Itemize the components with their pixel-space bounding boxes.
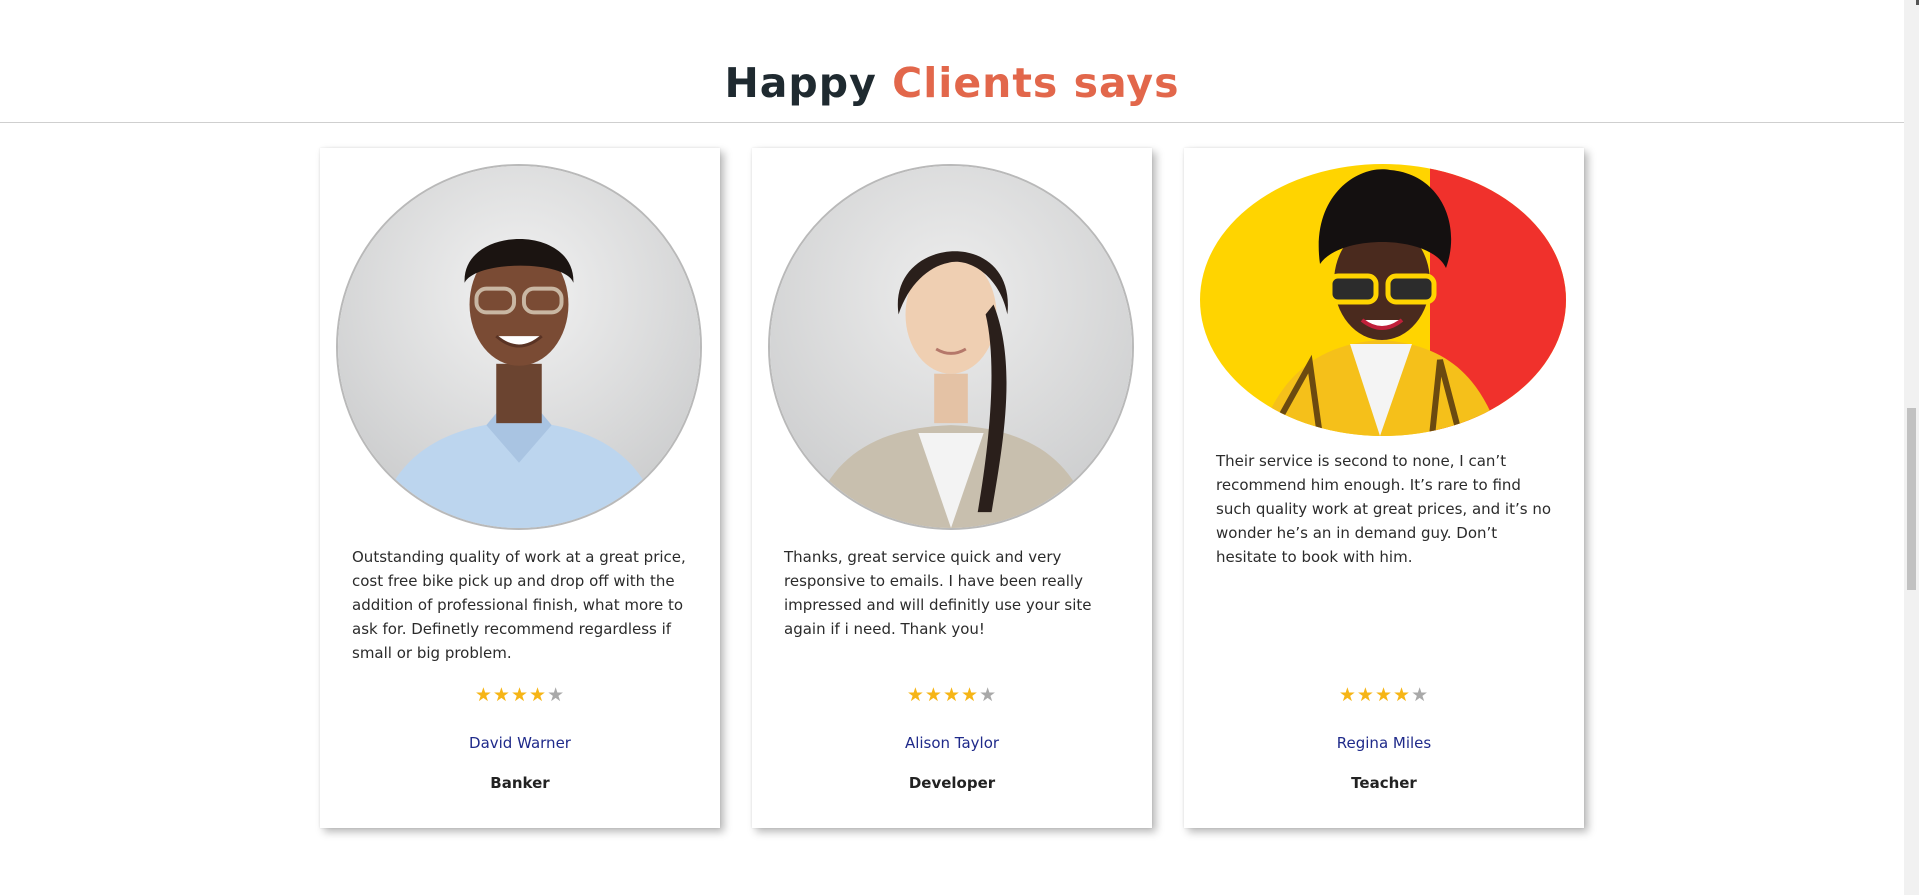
rating-stars: ★★★★★: [1184, 685, 1584, 707]
client-photo: [336, 164, 702, 530]
section-title-main: Happy: [724, 59, 877, 107]
star-filled-icon: ★: [1393, 685, 1412, 706]
star-filled-icon: ★: [1338, 685, 1357, 706]
client-name: Alison Taylor: [904, 734, 1000, 752]
client-photo-image: [770, 166, 1132, 528]
star-filled-icon: ★: [529, 685, 548, 706]
client-photo-image: [1200, 164, 1566, 436]
client-role: Developer: [908, 774, 996, 792]
section-title-accent: Clients says: [892, 59, 1180, 107]
testimonial-card: Outstanding quality of work at a great p…: [320, 148, 720, 828]
star-empty-icon: ★: [547, 685, 566, 706]
star-filled-icon: ★: [510, 685, 530, 706]
client-role: Teacher: [1351, 774, 1417, 792]
testimonial-quote: Thanks, great service quick and very res…: [784, 548, 1092, 638]
section-divider: [0, 122, 1904, 123]
star-filled-icon: ★: [961, 685, 980, 706]
star-filled-icon: ★: [1374, 685, 1394, 706]
testimonial-card: Their service is second to none, I can’t…: [1184, 148, 1584, 828]
page: Happy Clients says Outstanding quality o…: [0, 0, 1919, 895]
star-filled-icon: ★: [924, 685, 943, 706]
star-empty-icon: ★: [1411, 685, 1430, 706]
testimonial-card: Thanks, great service quick and very res…: [752, 148, 1152, 828]
vertical-scrollbar[interactable]: [1904, 0, 1919, 895]
star-filled-icon: ★: [1356, 685, 1375, 706]
star-filled-icon: ★: [474, 685, 493, 706]
client-name: Regina Miles: [1336, 734, 1432, 752]
client-photo: [1200, 164, 1566, 436]
rating-stars: ★★★★★: [320, 685, 720, 707]
testimonial-quote: Outstanding quality of work at a great p…: [352, 548, 686, 662]
star-filled-icon: ★: [906, 685, 925, 706]
star-filled-icon: ★: [942, 685, 962, 706]
section-title: Happy Clients says: [0, 58, 1904, 108]
testimonial-quote: Their service is second to none, I can’t…: [1216, 452, 1552, 566]
testimonial-cards: Outstanding quality of work at a great p…: [320, 148, 1584, 828]
client-photo: [768, 164, 1134, 530]
client-name: David Warner: [469, 734, 571, 752]
star-filled-icon: ★: [492, 685, 511, 706]
star-empty-icon: ★: [979, 685, 998, 706]
rating-stars: ★★★★★: [752, 685, 1152, 707]
scrollbar-thumb[interactable]: [1907, 408, 1916, 590]
client-role: Banker: [490, 774, 550, 792]
client-photo-image: [338, 166, 700, 528]
